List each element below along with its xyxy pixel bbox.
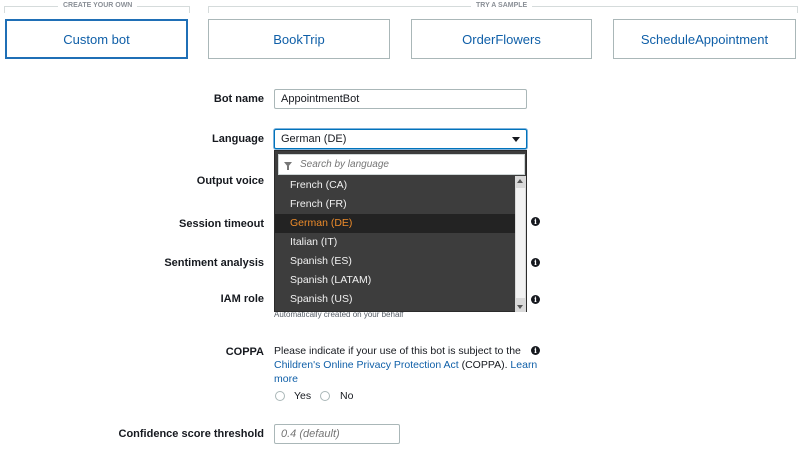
coppa-act-link[interactable]: Children's Online Privacy Protection Act — [274, 359, 459, 371]
language-select[interactable]: German (DE) — [274, 129, 527, 149]
coppa-text-line-2: Children's Online Privacy Protection Act… — [274, 358, 537, 372]
language-option-french-fr[interactable]: French (FR) — [275, 195, 516, 214]
language-option-spanish-es[interactable]: Spanish (ES) — [275, 252, 516, 271]
coppa-info-icon[interactable]: i — [531, 346, 540, 355]
language-options-list: French (CA) French (FR) German (DE) Ital… — [275, 176, 516, 309]
confidence-threshold-label: Confidence score threshold — [118, 428, 264, 440]
chevron-down-icon — [512, 137, 520, 142]
language-label: Language — [212, 133, 264, 145]
scroll-up-icon[interactable] — [517, 179, 523, 183]
session-timeout-label: Session timeout — [179, 218, 264, 230]
sentiment-info-icon[interactable]: i — [531, 258, 540, 267]
orderflowers-card[interactable]: OrderFlowers — [411, 19, 592, 59]
coppa-text-line-1: Please indicate if your use of this bot … — [274, 344, 521, 358]
try-sample-bracket: TRY A SAMPLE — [208, 2, 798, 13]
language-option-spanish-us[interactable]: Spanish (US) — [275, 290, 516, 309]
filter-icon — [284, 162, 292, 170]
bot-name-value: AppointmentBot — [281, 93, 360, 105]
language-value: German (DE) — [281, 133, 347, 145]
coppa-no-label[interactable]: No — [340, 390, 353, 402]
iam-role-info-icon[interactable]: i — [531, 295, 540, 304]
coppa-text-end: (COPPA). — [461, 359, 508, 371]
learn-more-link-part-2[interactable]: more — [274, 373, 298, 385]
iam-role-label: IAM role — [220, 293, 264, 305]
language-search-box[interactable] — [278, 154, 525, 175]
create-bot-page: CREATE YOUR OWN TRY A SAMPLE Custom bot … — [0, 0, 800, 451]
language-option-spanish-latam[interactable]: Spanish (LATAM) — [275, 271, 516, 290]
dropdown-scrollbar[interactable] — [515, 176, 526, 312]
booktrip-card[interactable]: BookTrip — [208, 19, 390, 59]
language-search-input[interactable] — [298, 158, 502, 171]
coppa-yes-label[interactable]: Yes — [294, 390, 311, 402]
sentiment-analysis-label: Sentiment analysis — [164, 257, 264, 269]
learn-more-link-part-1[interactable]: Learn — [510, 359, 537, 371]
try-sample-heading: TRY A SAMPLE — [471, 2, 533, 9]
language-option-french-ca[interactable]: French (CA) — [275, 176, 516, 195]
scroll-down-icon[interactable] — [517, 305, 523, 309]
coppa-text-start: Please indicate if your use of this bot … — [274, 345, 521, 357]
scrollbar-thumb[interactable] — [516, 188, 525, 298]
output-voice-label: Output voice — [196, 175, 264, 187]
create-own-bracket: CREATE YOUR OWN — [4, 2, 190, 13]
coppa-text-line-3: more — [274, 372, 298, 386]
confidence-threshold-input[interactable] — [274, 424, 400, 444]
coppa-label: COPPA — [225, 346, 264, 358]
session-timeout-info-icon[interactable]: i — [531, 217, 540, 226]
bot-name-input[interactable]: AppointmentBot — [274, 89, 527, 109]
coppa-no-radio[interactable] — [320, 391, 330, 401]
create-own-heading: CREATE YOUR OWN — [58, 2, 138, 9]
language-option-italian-it[interactable]: Italian (IT) — [275, 233, 516, 252]
coppa-yes-radio[interactable] — [275, 391, 285, 401]
bot-name-label: Bot name — [213, 93, 264, 105]
language-dropdown: French (CA) French (FR) German (DE) Ital… — [274, 150, 527, 312]
language-option-german-de[interactable]: German (DE) — [275, 214, 516, 233]
custom-bot-card[interactable]: Custom bot — [5, 19, 188, 59]
scheduleappointment-card[interactable]: ScheduleAppointment — [613, 19, 796, 59]
